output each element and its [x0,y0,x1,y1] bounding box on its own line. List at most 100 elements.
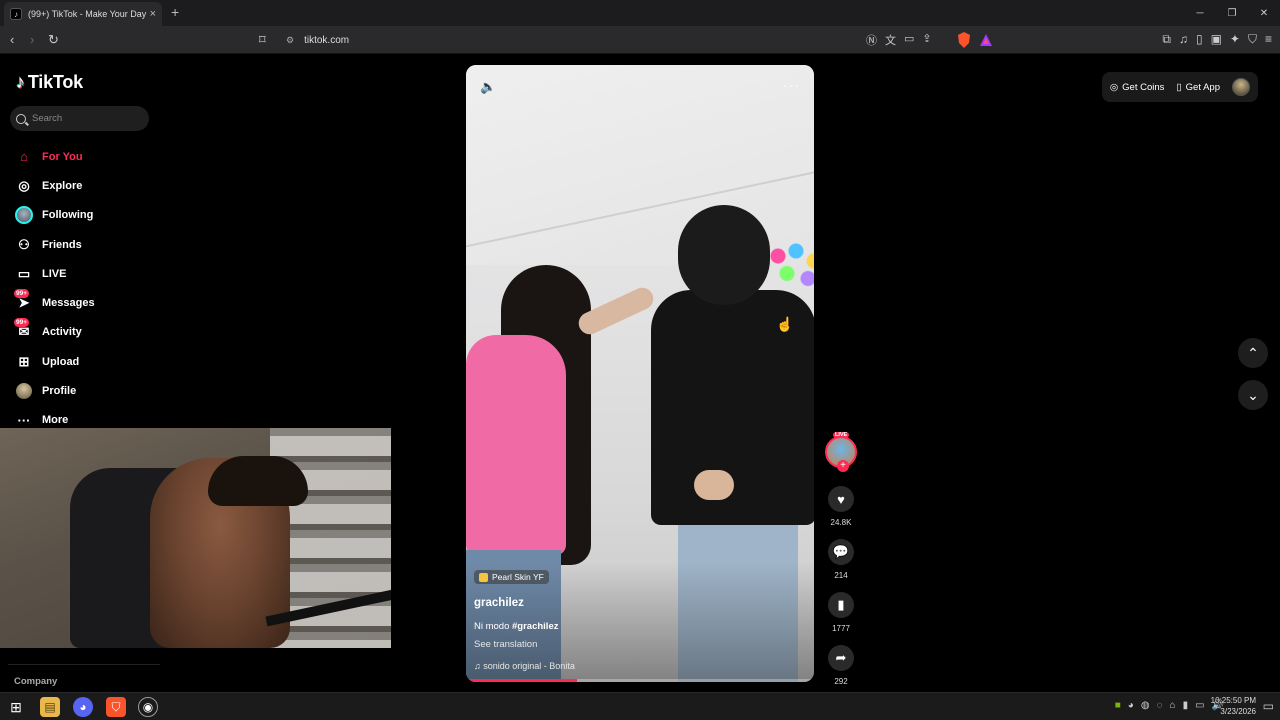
steam-icon[interactable]: ◍ [1141,700,1150,711]
close-window-button[interactable]: ✕ [1248,0,1280,26]
reader-mode-icon[interactable]: Ⓝ [866,32,877,48]
brave-shields-icon[interactable] [957,32,971,48]
share-icon[interactable]: ⇪ [922,32,931,48]
wallet-icon[interactable]: ▣ [1211,32,1222,47]
sidebar-nav: ⌂ For You ◎ Explore Following ⚇ Friends … [14,142,164,435]
share-arrow-icon[interactable]: ➦ [828,645,854,671]
reload-icon[interactable]: ↻ [48,32,59,48]
microphone-icon[interactable]: ▮ [1183,700,1189,711]
tab-search-icon[interactable]: ⧉ [1162,32,1171,47]
sidebar-item-following[interactable]: Following [14,201,164,230]
comment-icon[interactable]: 💬 [828,539,854,565]
leo-ai-icon[interactable]: ✦ [1230,32,1240,47]
comment-action[interactable]: 💬 214 [824,539,858,580]
creator-avatar[interactable]: LIVE + [825,432,857,472]
usb-icon[interactable]: ⌂ [1170,700,1176,711]
search-placeholder: Search [32,113,63,124]
footer-company-link[interactable]: Company [14,676,57,687]
see-translation-link[interactable]: See translation [474,639,537,650]
heart-icon[interactable]: ♥ [828,486,854,512]
volume-icon[interactable]: 🔈 [480,79,496,95]
menu-icon[interactable]: ≡ [1265,32,1272,47]
search-input[interactable]: Search [10,106,149,131]
sidebar-item-label: Friends [42,238,82,251]
restore-button[interactable]: ❐ [1216,0,1248,26]
tiktok-page: ♪ TikTok Search ⌂ For You ◎ Explore Foll… [0,54,1280,692]
sidebar-item-activity[interactable]: ✉ 99+ Activity [14,318,164,347]
video-progress-bar[interactable] [466,679,814,682]
nvidia-icon[interactable]: ■ [1115,700,1121,711]
tray-app-icon[interactable]: ◌ [1157,700,1163,711]
sidebar-item-for-you[interactable]: ⌂ For You [14,142,164,171]
get-coins-button[interactable]: ◎ Get Coins [1110,82,1165,93]
sidebar-divider [8,664,160,665]
forward-icon[interactable]: › [30,32,34,48]
save-count: 1777 [832,624,850,633]
video-progress-fill [466,679,578,682]
video-scene-balloons [766,241,814,291]
video-hashtag-link[interactable]: #grachilez [512,621,558,632]
video-music[interactable]: ♫ sonido original - Bonita [474,661,575,671]
sidebar-item-upload[interactable]: ⊞ Upload [14,347,164,376]
new-tab-button[interactable]: + [171,4,179,20]
notification-icon[interactable]: ▭ [1263,699,1274,713]
translate-icon[interactable]: 文 [885,32,896,48]
tiktok-logo[interactable]: ♪ TikTok [16,72,83,93]
minimize-button[interactable]: ─ [1184,0,1216,26]
tiktok-favicon-icon: ♪ [10,8,22,20]
file-explorer-icon[interactable]: ▤ [40,697,60,717]
video-username[interactable]: grachilez [474,597,524,609]
sponsor-tag[interactable]: Pearl Skin YF [474,570,549,584]
share-count: 292 [834,677,848,686]
bookmark-icon[interactable]: ⌑ [259,32,266,48]
save-action[interactable]: ▮ 1777 [824,592,858,633]
home-icon: ⌂ [20,149,28,165]
media-icon[interactable]: ♫ [1179,32,1188,47]
network-icon[interactable]: ▭ [1195,700,1204,711]
cast-icon[interactable]: ▭ [904,32,914,48]
previous-video-button[interactable]: ⌃ [1238,338,1268,368]
video-music-label: sonido original - Bonita [483,661,575,671]
site-info-icon[interactable]: ⚙ [286,35,294,46]
taskbar-clock[interactable]: 10:25:50 PM 3/23/2026 [1211,695,1256,717]
video-description-text: Ni modo [474,621,513,632]
video-player[interactable]: 🔈 ··· Pearl Skin YF grachilez Ni modo #g… [466,65,814,682]
share-action[interactable]: ➦ 292 [824,645,858,686]
user-avatar[interactable] [1232,78,1250,96]
sidebar-item-profile[interactable]: Profile [14,376,164,405]
browser-tab[interactable]: ♪ (99+) TikTok - Make Your Day × [4,2,162,26]
next-video-button[interactable]: ⌄ [1238,380,1268,410]
coin-icon: ◎ [1109,81,1119,93]
brave-rewards-icon[interactable] [979,32,993,48]
sidebar-item-explore[interactable]: ◎ Explore [14,171,164,200]
obs-icon[interactable]: ◉ [138,697,158,717]
sidebar-item-label: Following [42,209,94,222]
brave-browser-icon[interactable]: ⛉ [106,697,126,717]
sponsor-tag-icon [479,572,488,582]
messages-icon: ➤ 99+ [14,289,30,311]
discord-icon[interactable]: ◕ [73,697,93,717]
sponsor-tag-label: Pearl Skin YF [492,572,544,582]
like-action[interactable]: ♥ 24.8K [824,486,858,527]
start-windows-icon[interactable]: ⊞ [6,697,26,717]
follow-plus-icon[interactable]: + [837,460,849,472]
more-options-icon[interactable]: ··· [783,77,800,93]
activity-badge: 99+ [14,318,30,328]
sidebar-icon[interactable]: ▯ [1196,32,1203,47]
back-icon[interactable]: ‹ [10,32,14,48]
sidebar-item-label: Messages [42,297,95,310]
clock-date: 3/23/2026 [1220,707,1256,716]
discord-tray-icon[interactable]: ◕ [1128,700,1134,711]
sidebar-item-friends[interactable]: ⚇ Friends [14,230,164,259]
close-tab-icon[interactable]: × [150,8,156,20]
sidebar-item-label: For You [42,150,83,163]
search-icon [16,113,26,124]
get-app-button[interactable]: ▯ Get App [1176,82,1220,93]
sidebar-item-live[interactable]: ▭ LIVE [14,259,164,288]
live-tv-icon: ▭ [17,265,31,281]
bookmark-save-icon[interactable]: ▮ [828,592,854,618]
vpn-icon[interactable]: ⛉ [1248,32,1257,47]
sidebar-item-label: Profile [42,385,77,398]
sidebar-item-messages[interactable]: ➤ 99+ Messages [14,288,164,317]
video-scene-boy-head [678,205,770,305]
